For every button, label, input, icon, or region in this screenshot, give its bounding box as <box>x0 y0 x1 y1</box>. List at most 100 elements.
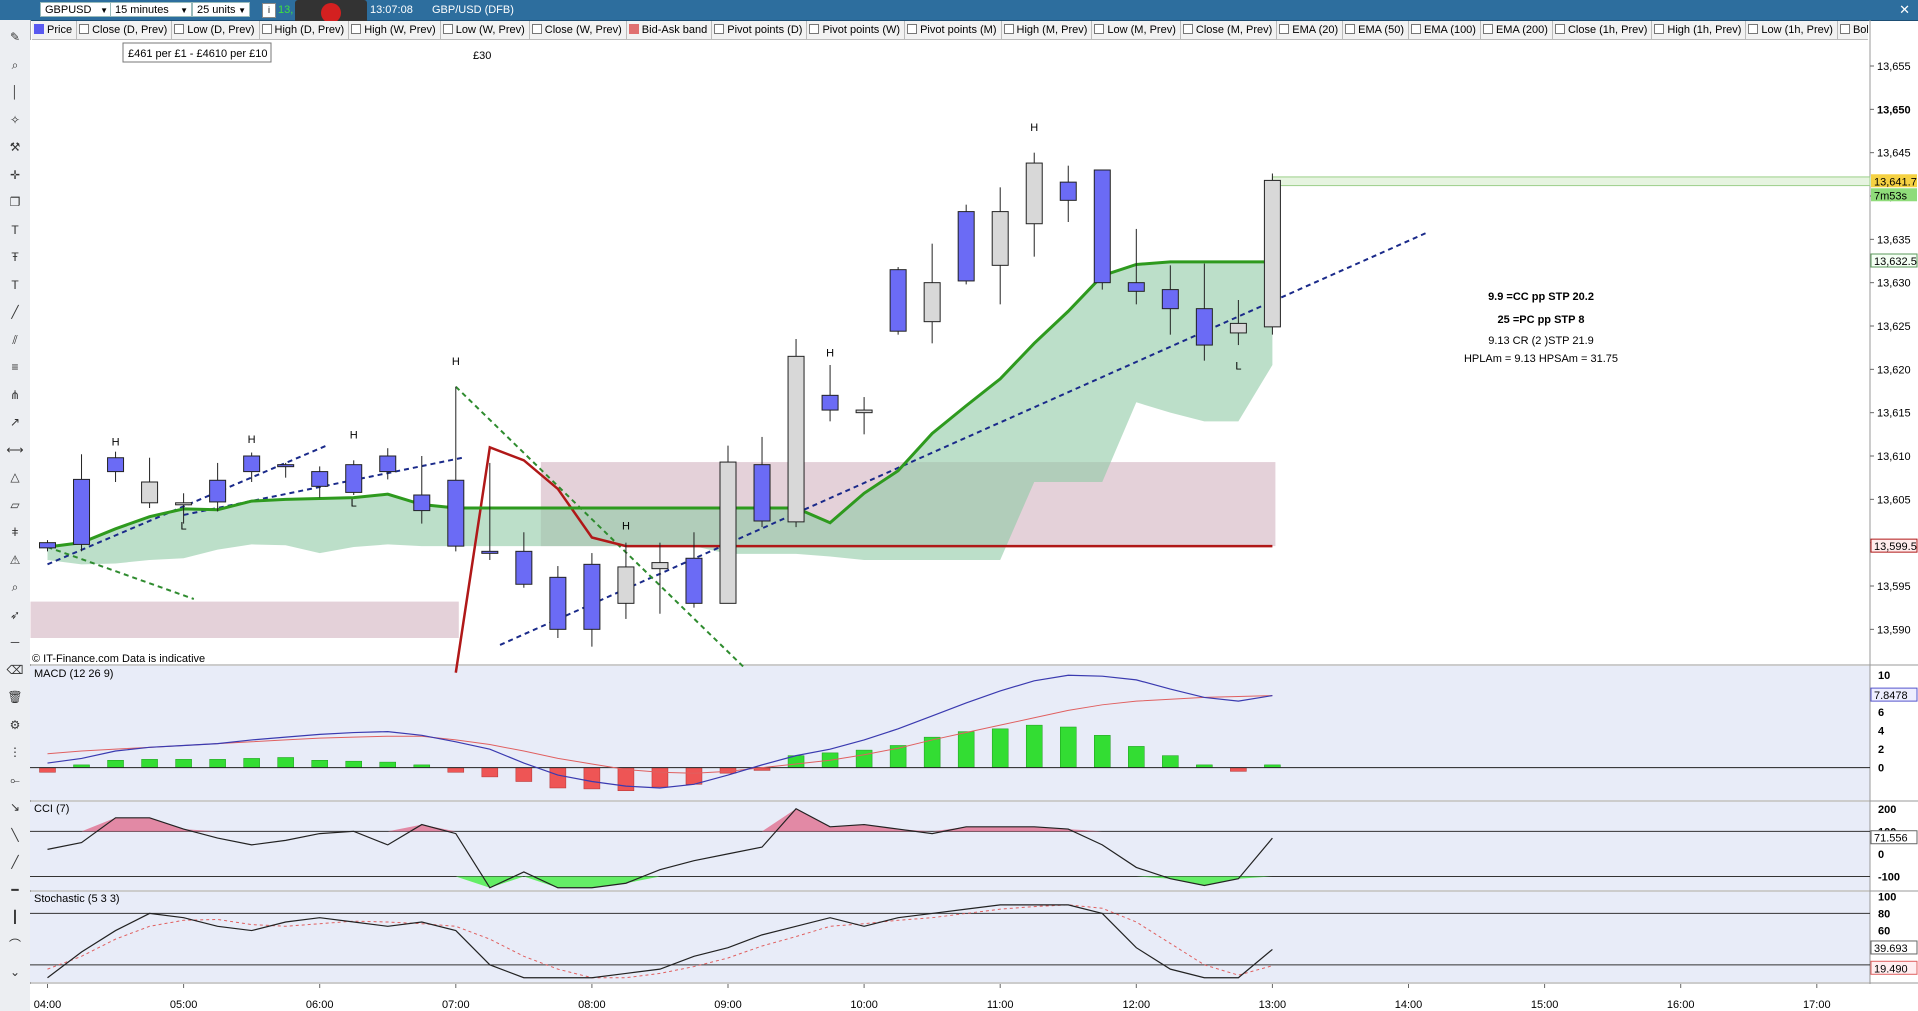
candle <box>923 282 941 323</box>
macd-histogram-bar <box>447 767 465 773</box>
candle <box>1127 282 1145 292</box>
time-tick-label: 14:00 <box>1395 999 1423 1011</box>
time-tick-label: 06:00 <box>306 999 334 1011</box>
price-marker-label: 13,641.7 <box>1874 176 1917 188</box>
cci-tick-label: -100 <box>1878 871 1900 883</box>
macd-histogram-bar <box>1230 767 1247 772</box>
candle <box>651 562 669 570</box>
time-tick-label: 11:00 <box>987 999 1014 1011</box>
price-tick-label: 13,590 <box>1877 624 1911 636</box>
macd-tick-label: 4 <box>1878 726 1885 738</box>
candle <box>787 355 805 523</box>
candle <box>311 471 329 487</box>
candle <box>141 481 159 504</box>
candle <box>821 394 839 411</box>
macd-value-label: 7.8478 <box>1874 690 1908 702</box>
macd-histogram-bar <box>515 767 533 782</box>
price-marker-label: 13,632.5 <box>1874 256 1917 268</box>
stochastic-d-label: 19.490 <box>1874 963 1908 975</box>
candle <box>1229 322 1247 334</box>
time-tick-label: 15:00 <box>1531 999 1559 1011</box>
candle <box>73 478 91 545</box>
macd-histogram-bar <box>175 759 192 768</box>
macd-histogram-bar <box>277 757 294 768</box>
macd-histogram-bar <box>651 767 669 788</box>
macd-histogram-bar <box>107 760 124 768</box>
candle <box>107 457 125 473</box>
price-panel <box>30 40 1870 664</box>
swing-label: L <box>351 497 357 509</box>
macd-histogram-bar <box>957 731 975 768</box>
macd-histogram-bar <box>39 767 56 773</box>
candle <box>685 557 703 604</box>
current-price-band <box>1271 176 1871 187</box>
time-tick-label: 16:00 <box>1667 999 1695 1011</box>
macd-tick-label: 0 <box>1878 763 1884 775</box>
macd-tick-label: 10 <box>1878 670 1890 682</box>
price-marker-label: 7m53s <box>1874 190 1908 202</box>
price-tick-label: 13,635 <box>1877 234 1911 246</box>
stochastic-k-label: 39.693 <box>1874 943 1908 955</box>
macd-histogram-bar <box>345 760 362 768</box>
candle <box>345 464 363 493</box>
stochastic-tick-label: 60 <box>1878 926 1890 938</box>
candle <box>753 464 771 522</box>
macd-histogram-bar <box>889 745 907 768</box>
time-tick-label: 05:00 <box>170 999 198 1011</box>
strategy-note: 25 =PC pp STP 8 <box>1498 314 1585 326</box>
price-tick-label: 13,610 <box>1877 451 1911 463</box>
swing-label: H <box>622 521 630 533</box>
candle <box>413 494 431 512</box>
time-tick-label: 12:00 <box>1123 999 1151 1011</box>
swing-label: L <box>1235 360 1241 372</box>
price-marker-label: 13,599.5 <box>1874 541 1917 553</box>
swing-label: H <box>826 347 834 359</box>
price-tick-label: 13,630 <box>1877 278 1911 290</box>
candle <box>379 455 397 473</box>
macd-histogram-bar <box>209 759 226 768</box>
candle <box>855 409 873 414</box>
time-tick-label: 13:00 <box>1259 999 1287 1011</box>
candle <box>617 566 635 604</box>
resistance-band <box>30 601 459 638</box>
price-tooltip-text: £461 per £1 - £4610 per £10 <box>128 48 267 60</box>
price-tick-label: 13,595 <box>1877 581 1911 593</box>
candle <box>1025 162 1043 225</box>
macd-histogram-bar <box>141 759 158 768</box>
macd-tick-label: 2 <box>1878 744 1884 756</box>
chart-canvas[interactable]: HHHHLLHHHL13,65513,65013,64513,64013,635… <box>0 0 1918 1011</box>
macd-histogram-bar <box>855 749 873 768</box>
candle <box>39 542 56 549</box>
macd-histogram-bar <box>549 767 567 789</box>
macd-histogram-bar <box>311 760 328 768</box>
macd-histogram-bar <box>1162 755 1179 768</box>
time-tick-label: 04:00 <box>34 999 62 1011</box>
time-tick-label: 07:00 <box>442 999 470 1011</box>
candle <box>889 269 907 332</box>
swing-label: H <box>248 434 256 446</box>
stochastic-panel <box>30 892 1870 982</box>
macd-histogram-bar <box>243 758 260 768</box>
time-tick-label: 09:00 <box>714 999 742 1011</box>
macd-histogram-bar <box>1025 724 1043 768</box>
candle <box>1093 169 1111 284</box>
macd-histogram-bar <box>617 767 635 792</box>
swing-label: H <box>112 437 120 449</box>
macd-histogram-bar <box>1060 726 1077 768</box>
price-tick-label: 13,625 <box>1877 321 1911 333</box>
macd-title: MACD (12 26 9) <box>34 668 113 680</box>
macd-panel <box>30 666 1870 800</box>
candle <box>243 455 261 473</box>
strategy-note: 9.13 CR (2 )STP 21.9 <box>1488 335 1594 347</box>
macd-histogram-bar <box>1094 735 1111 768</box>
candle <box>1195 308 1213 346</box>
candle <box>209 479 227 503</box>
candle <box>515 550 533 585</box>
swing-label: H <box>452 356 460 368</box>
candle <box>1059 181 1077 201</box>
macd-histogram-bar <box>685 767 703 785</box>
candle <box>957 211 975 282</box>
candle <box>583 563 601 630</box>
macd-tick-label: 6 <box>1878 707 1884 719</box>
price-tick-label: 13,615 <box>1877 408 1911 420</box>
